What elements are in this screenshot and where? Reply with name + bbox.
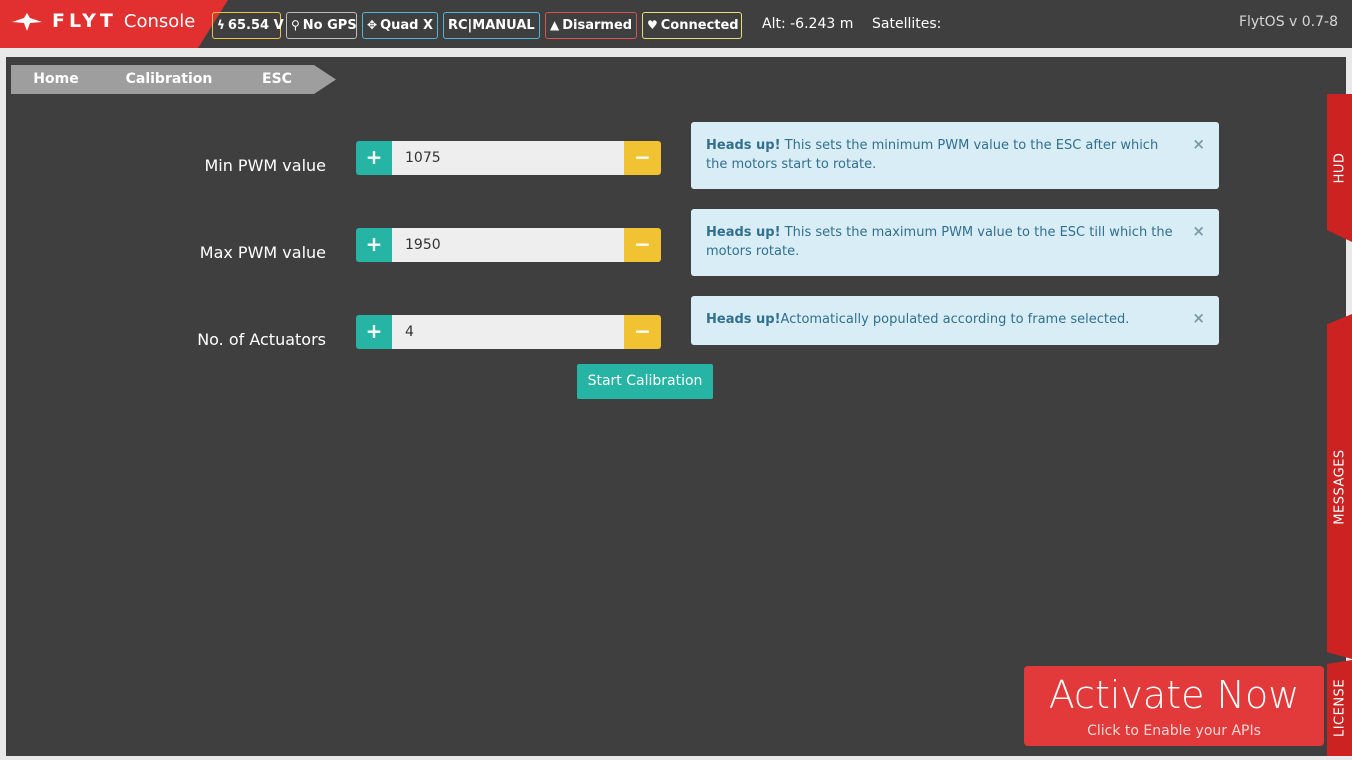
version-text: FlytOS v 0.7-8 — [1238, 14, 1338, 30]
heart-icon: ♥ — [647, 18, 658, 32]
max-pwm-label: Max PWM value — [199, 243, 326, 262]
actuators-increment-button[interactable]: + — [356, 315, 392, 349]
min-pwm-alert: Heads up! This sets the minimum PWM valu… — [691, 122, 1219, 189]
actuators-label: No. of Actuators — [197, 330, 326, 349]
main-panel: Home Calibration ESC Min PWM value + 107… — [6, 57, 1346, 756]
close-icon[interactable]: × — [1192, 222, 1205, 241]
tab-messages[interactable]: MESSAGES — [1327, 314, 1352, 659]
max-pwm-alert: Heads up! This sets the maximum PWM valu… — [691, 209, 1219, 276]
app-logo[interactable]: FLYT Console — [0, 0, 228, 48]
actuators-decrement-button[interactable]: − — [624, 315, 661, 349]
min-pwm-decrement-button[interactable]: − — [624, 141, 661, 175]
max-pwm-stepper: + 1950 − — [356, 228, 661, 262]
min-pwm-stepper: + 1075 − — [356, 141, 661, 175]
move-arrows-icon: ✥ — [367, 18, 378, 32]
altitude-readout: Alt: -6.243 m — [762, 16, 854, 32]
warning-icon: ▲ — [550, 18, 560, 32]
frame-badge: ✥ Quad X — [362, 12, 438, 39]
top-bar: FLYT Console ϟ 65.54 V ⚲ No GPS ✥ Quad X RC… — [0, 0, 1352, 48]
tab-hud[interactable]: HUD — [1327, 94, 1352, 242]
close-icon[interactable]: × — [1192, 135, 1205, 154]
rc-mode-badge: RC|MANUAL — [443, 12, 540, 39]
satellites-readout: Satellites: — [872, 16, 942, 32]
gps-badge: ⚲ No GPS — [286, 12, 357, 39]
connection-badge: ♥ Connected — [642, 12, 742, 39]
min-pwm-input[interactable]: 1075 — [392, 141, 624, 175]
actuators-input[interactable]: 4 — [392, 315, 624, 349]
logo-text: FLYT Console — [52, 10, 196, 32]
max-pwm-input[interactable]: 1950 — [392, 228, 624, 262]
activate-now-button[interactable]: Activate Now Click to Enable your APIs — [1024, 666, 1324, 746]
tab-license[interactable]: LICENSE — [1327, 660, 1352, 756]
voltage-badge: ϟ 65.54 V — [212, 12, 284, 39]
lightning-icon: ϟ — [217, 18, 225, 32]
activate-subtitle: Click to Enable your APIs — [1087, 723, 1261, 739]
min-pwm-label: Min PWM value — [204, 156, 326, 175]
min-pwm-increment-button[interactable]: + — [356, 141, 392, 175]
max-pwm-decrement-button[interactable]: − — [624, 228, 661, 262]
map-marker-icon: ⚲ — [291, 18, 300, 32]
activate-title: Activate Now — [1048, 673, 1300, 717]
actuators-alert: Heads up!Actomatically populated accordi… — [691, 296, 1219, 345]
close-icon[interactable]: × — [1192, 309, 1205, 328]
arm-state-badge: ▲ Disarmed — [545, 12, 637, 39]
max-pwm-increment-button[interactable]: + — [356, 228, 392, 262]
start-calibration-button[interactable]: Start Calibration — [577, 364, 713, 399]
actuators-stepper: + 4 − — [356, 315, 661, 349]
drone-logo-icon — [12, 13, 42, 31]
